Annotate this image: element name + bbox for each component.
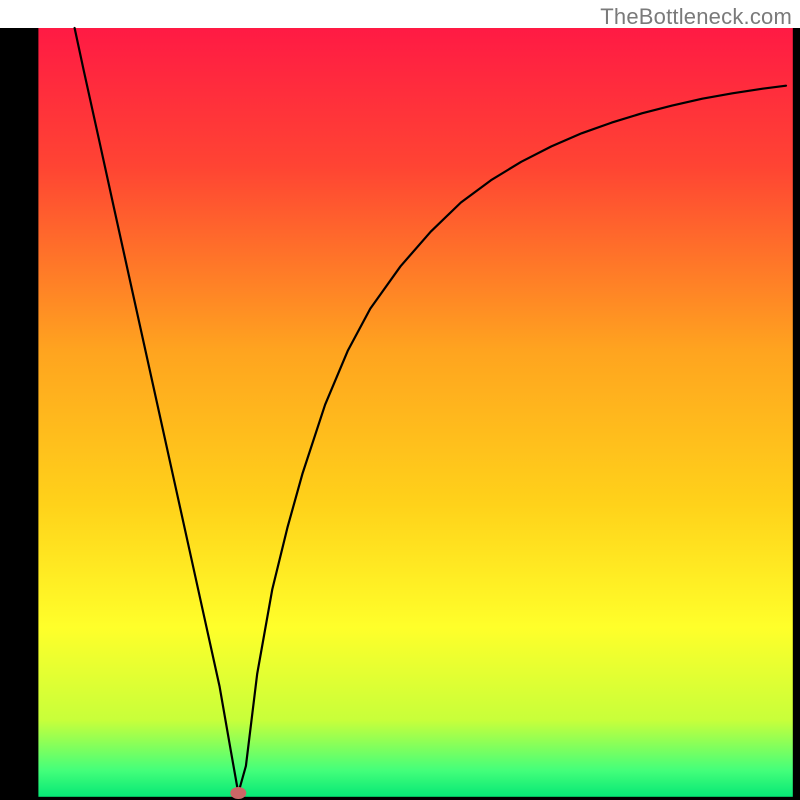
plot-area bbox=[38, 28, 792, 797]
chart-svg bbox=[0, 0, 800, 800]
minimum-marker bbox=[230, 787, 246, 799]
attribution-label: TheBottleneck.com bbox=[600, 4, 792, 30]
chart-stage: TheBottleneck.com bbox=[0, 0, 800, 800]
